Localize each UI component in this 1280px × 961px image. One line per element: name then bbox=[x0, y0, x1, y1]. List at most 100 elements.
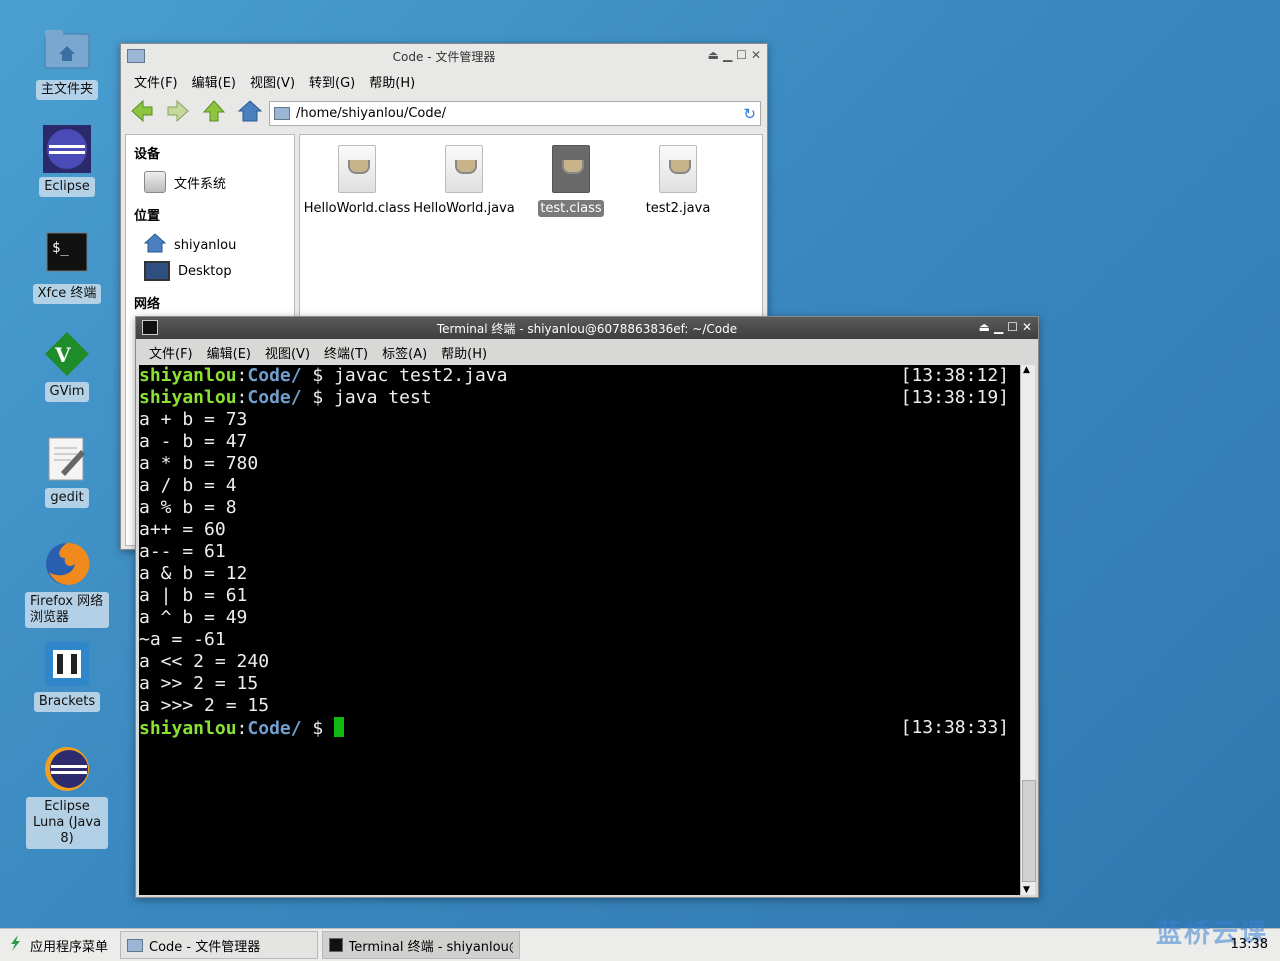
terminal-output-line: a << 2 = 240 bbox=[139, 651, 270, 672]
task-file-manager[interactable]: Code - 文件管理器 bbox=[120, 931, 319, 959]
arrow-up-icon bbox=[202, 99, 226, 127]
close-icon[interactable]: ✕ bbox=[1022, 320, 1032, 334]
file-item[interactable]: HelloWorld.java bbox=[409, 145, 519, 216]
scrollbar-thumb[interactable] bbox=[1022, 780, 1036, 882]
minimize-icon[interactable]: ▁ bbox=[994, 320, 1003, 334]
menu-view[interactable]: 视图(V) bbox=[243, 72, 302, 91]
sidebar-item-label: shiyanlou bbox=[174, 237, 237, 253]
maximize-icon[interactable]: ☐ bbox=[736, 48, 747, 62]
file-manager-titlebar[interactable]: Code - 文件管理器 ⏏ ▁ ☐ ✕ bbox=[121, 44, 767, 68]
path-text: /home/shiyanlou/Code/ bbox=[296, 106, 446, 121]
terminal-cursor bbox=[334, 717, 345, 737]
java-file-icon bbox=[338, 145, 376, 193]
desktop-icon-gedit[interactable]: gedit bbox=[24, 436, 110, 508]
file-item[interactable]: test2.java bbox=[623, 145, 733, 216]
svg-text:V: V bbox=[54, 343, 71, 367]
desktop-icon-label: Firefox 网络浏览器 bbox=[25, 592, 109, 628]
app-menu-icon bbox=[8, 934, 22, 956]
file-name: test.class bbox=[538, 200, 604, 217]
menu-tabs[interactable]: 标签(A) bbox=[375, 343, 434, 362]
scroll-up-icon[interactable]: ▲ bbox=[1023, 365, 1030, 375]
harddisk-icon bbox=[144, 171, 166, 193]
terminal-screen[interactable]: shiyanlou:Code/ $ javac test2.java [13:38… bbox=[139, 365, 1021, 895]
back-button[interactable] bbox=[127, 98, 157, 128]
home-icon bbox=[237, 100, 263, 126]
terminal-output-line: a + b = 73 bbox=[139, 409, 248, 430]
eclipse-icon bbox=[43, 125, 91, 173]
task-terminal[interactable]: Terminal 终端 - shiyanlou@⋯ bbox=[322, 931, 521, 959]
maximize-icon[interactable]: ☐ bbox=[1007, 320, 1018, 334]
terminal-output-line: a >>> 2 = 15 bbox=[139, 695, 270, 716]
sidebar-item-home[interactable]: shiyanlou bbox=[143, 233, 237, 257]
menu-view[interactable]: 视图(V) bbox=[258, 343, 317, 362]
app-menu-button[interactable]: 应用程序菜单 bbox=[0, 934, 116, 956]
firefox-icon bbox=[43, 540, 91, 588]
terminal-titlebar[interactable]: Terminal 终端 - shiyanlou@6078863836ef: ~/… bbox=[136, 317, 1038, 339]
file-manager-menubar: 文件(F) 编辑(E) 视图(V) 转到(G) 帮助(H) bbox=[121, 68, 767, 94]
home-folder-icon bbox=[43, 28, 91, 76]
menu-edit[interactable]: 编辑(E) bbox=[200, 343, 258, 362]
menu-terminal[interactable]: 终端(T) bbox=[317, 343, 375, 362]
terminal-icon: $_ bbox=[43, 232, 91, 280]
timestamp: [13:38:33] bbox=[900, 717, 1009, 738]
home-icon bbox=[143, 233, 167, 257]
folder-icon bbox=[127, 938, 144, 952]
terminal-output-line: a++ = 60 bbox=[139, 519, 226, 540]
terminal-command-line: shiyanlou:Code/ $ javac test2.java [13:38… bbox=[139, 365, 1009, 386]
terminal-output-line: a * b = 780 bbox=[139, 453, 259, 474]
menu-edit[interactable]: 编辑(E) bbox=[185, 72, 243, 91]
file-name: HelloWorld.class bbox=[303, 201, 411, 216]
desktop-icon-home[interactable]: 主文件夹 bbox=[24, 28, 110, 100]
desktop-icon-brackets[interactable]: Brackets bbox=[24, 640, 110, 712]
desktop-icon-label: Eclipse bbox=[39, 177, 95, 197]
close-icon[interactable]: ✕ bbox=[751, 48, 761, 62]
terminal-output-line: a & b = 12 bbox=[139, 563, 248, 584]
menu-go[interactable]: 转到(G) bbox=[302, 72, 362, 91]
scroll-down-icon[interactable]: ▼ bbox=[1023, 885, 1030, 895]
minimize-icon[interactable]: ▁ bbox=[723, 48, 732, 62]
desktop-icon-gvim[interactable]: V GVim bbox=[24, 330, 110, 402]
svg-text:$_: $_ bbox=[52, 240, 69, 256]
arrow-left-icon bbox=[130, 99, 154, 126]
menu-help[interactable]: 帮助(H) bbox=[434, 343, 494, 362]
clock[interactable]: 13:38 bbox=[1231, 937, 1268, 952]
task-label: Code - 文件管理器 bbox=[149, 939, 261, 955]
java-file-icon bbox=[445, 145, 483, 193]
app-menu-label: 应用程序菜单 bbox=[30, 939, 109, 955]
desktop-icon-eclipse-luna[interactable]: Eclipse Luna (Java 8) bbox=[24, 745, 110, 849]
terminal-output-line: a - b = 47 bbox=[139, 431, 248, 452]
path-input[interactable]: /home/shiyanlou/Code/ ↻ bbox=[269, 101, 761, 126]
up-button[interactable] bbox=[199, 98, 229, 128]
menu-file[interactable]: 文件(F) bbox=[127, 72, 185, 91]
sidebar-item-desktop[interactable]: Desktop bbox=[144, 261, 232, 281]
sidebar-item-filesystem[interactable]: 文件系统 bbox=[144, 171, 226, 193]
shade-icon[interactable]: ⏏ bbox=[708, 48, 719, 62]
taskbar: 应用程序菜单 Code - 文件管理器 Terminal 终端 - shiyan… bbox=[0, 919, 1280, 961]
forward-button[interactable] bbox=[163, 98, 193, 128]
file-item-selected[interactable]: test.class bbox=[516, 145, 626, 217]
folder-icon bbox=[274, 107, 290, 120]
refresh-icon[interactable]: ↻ bbox=[743, 105, 756, 123]
desktop-icon-eclipse[interactable]: Eclipse bbox=[24, 125, 110, 197]
terminal-command-line: shiyanlou:Code/ $ java test [13:38:19] bbox=[139, 387, 1009, 408]
home-button[interactable] bbox=[235, 98, 265, 128]
desktop-icon-label: 主文件夹 bbox=[35, 80, 98, 100]
file-item[interactable]: HelloWorld.class bbox=[302, 145, 412, 216]
terminal-output-line: a ^ b = 49 bbox=[139, 607, 248, 628]
terminal-window[interactable]: Terminal 终端 - shiyanlou@6078863836ef: ~/… bbox=[135, 316, 1039, 898]
terminal-output-line: a % b = 8 bbox=[139, 497, 237, 518]
menu-help[interactable]: 帮助(H) bbox=[362, 72, 422, 91]
terminal-scrollbar[interactable]: ▲ ▼ bbox=[1020, 365, 1036, 895]
desktop-icon-label: gedit bbox=[45, 488, 89, 508]
menu-file[interactable]: 文件(F) bbox=[142, 343, 200, 362]
desktop-icon-firefox[interactable]: Firefox 网络浏览器 bbox=[24, 540, 110, 628]
terminal-prompt-line: shiyanlou:Code/ $ [13:38:33] bbox=[139, 717, 1009, 739]
desktop-icon-label: GVim bbox=[44, 382, 90, 402]
shade-icon[interactable]: ⏏ bbox=[979, 320, 990, 334]
file-name: test2.java bbox=[645, 201, 711, 216]
window-title: Terminal 终端 - shiyanlou@6078863836ef: ~/… bbox=[436, 321, 738, 336]
terminal-output-line: a-- = 61 bbox=[139, 541, 226, 562]
task-label: Terminal 终端 - shiyanlou@⋯ bbox=[348, 939, 514, 955]
desktop-icon-terminal[interactable]: $_ Xfce 终端 bbox=[24, 232, 110, 304]
sidebar-header-devices: 设备 bbox=[134, 147, 161, 162]
